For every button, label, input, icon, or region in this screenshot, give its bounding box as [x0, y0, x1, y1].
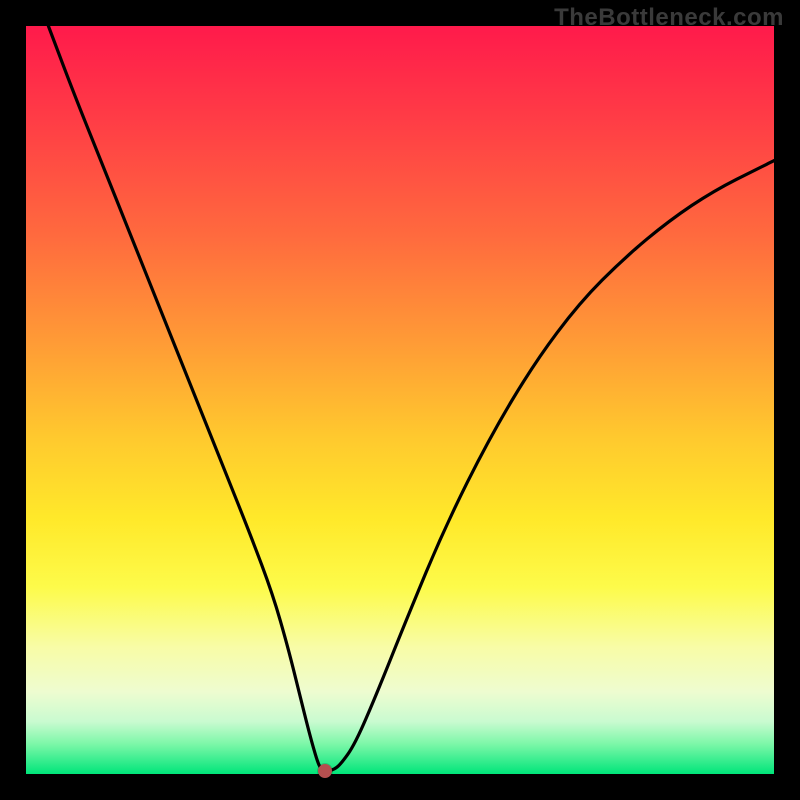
min-marker-dot [318, 764, 332, 778]
chart-frame: TheBottleneck.com [0, 0, 800, 800]
curve-path [48, 26, 774, 771]
curve-svg [26, 26, 774, 774]
plot-area [26, 26, 774, 774]
